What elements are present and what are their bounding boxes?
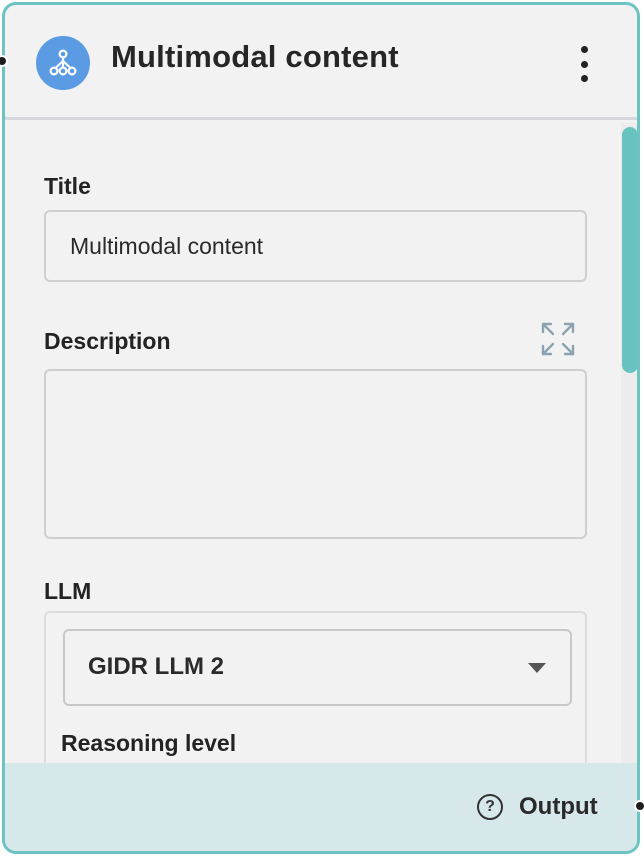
output-label: Output <box>519 793 598 820</box>
output-port[interactable] <box>634 800 644 812</box>
title-label: Title <box>44 173 91 199</box>
node-body[interactable]: Title Description LLM GIDR LLM 2 Reason <box>5 123 637 763</box>
output-button[interactable]: ? Output <box>477 793 598 821</box>
node-header: Multimodal content <box>5 5 637 120</box>
llm-select[interactable]: GIDR LLM 2 <box>63 629 572 706</box>
llm-selected-value: GIDR LLM 2 <box>88 653 224 680</box>
llm-label: LLM <box>44 578 92 604</box>
workflow-nodes-icon <box>36 36 90 90</box>
expand-icon[interactable] <box>540 321 576 357</box>
help-icon: ? <box>477 794 503 820</box>
scrollbar-thumb[interactable] <box>622 127 637 373</box>
reasoning-level-label: Reasoning level <box>61 730 237 756</box>
dropdown-caret-icon <box>528 663 546 673</box>
description-label: Description <box>44 328 171 354</box>
node-card: Multimodal content Title Description LLM <box>2 2 640 854</box>
title-input[interactable] <box>44 210 587 282</box>
description-textarea[interactable] <box>44 369 587 539</box>
dot-icon <box>580 60 588 68</box>
more-options-button[interactable] <box>571 43 597 85</box>
scrollbar[interactable] <box>621 123 637 763</box>
node-title: Multimodal content <box>111 39 399 74</box>
node-footer: ? Output <box>5 763 637 851</box>
dot-icon <box>580 46 588 53</box>
dot-icon <box>580 75 588 82</box>
